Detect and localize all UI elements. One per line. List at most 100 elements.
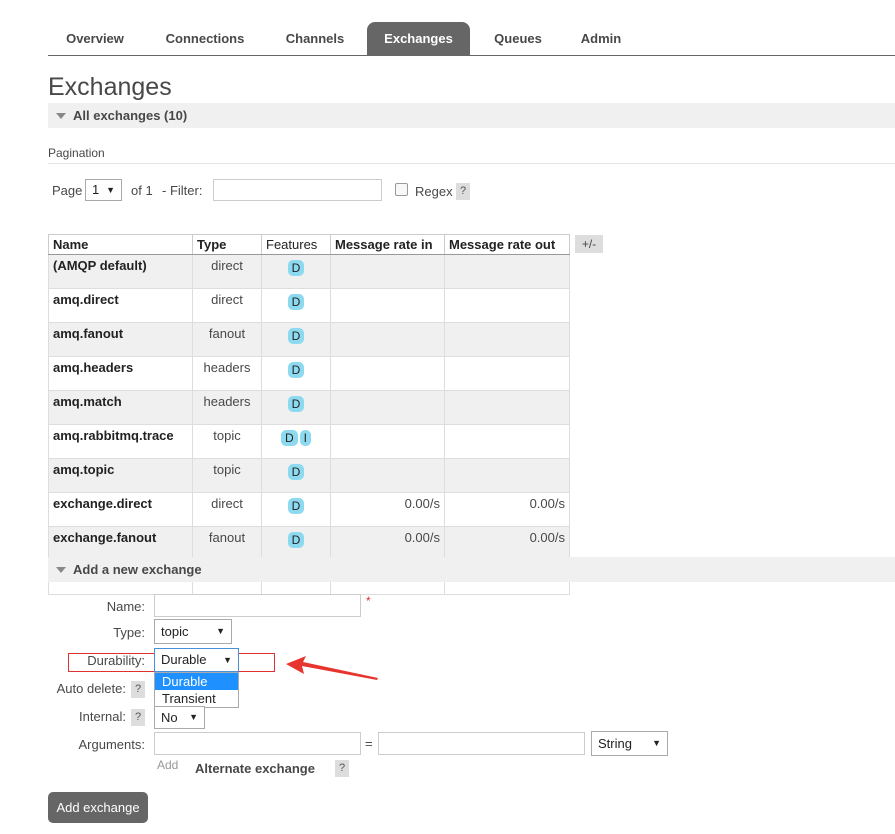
- exchange-type: direct: [192, 492, 262, 527]
- feature-badge: D: [287, 328, 305, 344]
- chevron-down-icon: ▼: [189, 712, 198, 722]
- rate-in-cell: [330, 254, 445, 289]
- collapse-triangle-icon: [56, 566, 66, 573]
- rate-out-cell: [444, 254, 570, 289]
- tab-overview[interactable]: Overview: [48, 22, 142, 55]
- table-row: (AMQP default) direct D: [48, 254, 570, 289]
- alternate-exchange-help-icon[interactable]: ?: [335, 760, 349, 777]
- regex-help-icon[interactable]: ?: [456, 183, 470, 200]
- tab-admin[interactable]: Admin: [568, 22, 634, 55]
- header-type[interactable]: Type: [192, 234, 262, 255]
- exchange-type: topic: [192, 458, 262, 493]
- rate-in-cell: 0.00/s: [330, 492, 445, 527]
- feature-badge: D: [287, 362, 305, 378]
- header-name[interactable]: Name: [48, 234, 193, 255]
- tab-exchanges[interactable]: Exchanges: [367, 22, 470, 55]
- regex-checkbox[interactable]: [395, 183, 408, 196]
- rate-in-cell: [330, 458, 445, 493]
- chevron-down-icon: ▼: [106, 185, 115, 195]
- table-row: exchange.fanout fanout D 0.00/s 0.00/s: [48, 526, 570, 561]
- page-of-label: of 1: [131, 183, 153, 198]
- header-rate-in: Message rate in: [330, 234, 445, 255]
- chevron-down-icon: ▼: [652, 738, 661, 748]
- exchange-features: DI: [261, 424, 331, 459]
- rate-in-cell: [330, 288, 445, 323]
- exchange-name-link[interactable]: (AMQP default): [48, 254, 193, 289]
- exchange-features: D: [261, 458, 331, 493]
- argument-value-input[interactable]: [378, 732, 585, 755]
- rate-in-cell: [330, 322, 445, 357]
- durability-option-durable[interactable]: Durable: [155, 673, 238, 690]
- header-rate-out: Message rate out: [444, 234, 570, 255]
- main-nav: Overview Connections Channels Exchanges …: [48, 22, 895, 56]
- exchange-name-link[interactable]: exchange.direct: [48, 492, 193, 527]
- table-header-row: Name Type Features Message rate in Messa…: [48, 234, 570, 255]
- durability-label: Durability:: [87, 653, 145, 668]
- feature-badge: I: [299, 430, 311, 446]
- name-input[interactable]: [154, 594, 361, 617]
- add-exchange-button[interactable]: Add exchange: [48, 792, 148, 823]
- exchange-features: D: [261, 322, 331, 357]
- page-select-value: 1: [92, 182, 100, 197]
- argument-type-value: String: [598, 736, 632, 751]
- exchange-type: headers: [192, 356, 262, 391]
- type-select[interactable]: topic ▼: [154, 619, 232, 644]
- rate-in-cell: 0.00/s: [330, 526, 445, 561]
- columns-toggle-button[interactable]: +/-: [575, 235, 603, 253]
- name-label: Name:: [106, 599, 145, 614]
- exchange-type: topic: [192, 424, 262, 459]
- argument-type-select[interactable]: String ▼: [591, 731, 668, 756]
- rate-out-cell: [444, 356, 570, 391]
- feature-badge: D: [287, 498, 305, 514]
- internal-help-icon[interactable]: ?: [131, 709, 145, 726]
- tab-connections[interactable]: Connections: [152, 22, 258, 55]
- rate-out-cell: [444, 288, 570, 323]
- exchange-name-link[interactable]: amq.direct: [48, 288, 193, 323]
- chevron-down-icon: ▼: [216, 626, 225, 636]
- exchanges-table: Name Type Features Message rate in Messa…: [48, 234, 570, 595]
- rate-out-cell: [444, 424, 570, 459]
- page-label: Page: [52, 183, 83, 198]
- add-exchange-title: Add a new exchange: [73, 562, 202, 577]
- feature-badge: D: [287, 396, 305, 412]
- feature-badge: D: [280, 430, 298, 446]
- exchange-name-link[interactable]: amq.topic: [48, 458, 193, 493]
- internal-select-value: No: [161, 710, 178, 725]
- table-row: amq.headers headers D: [48, 356, 570, 391]
- rate-in-cell: [330, 356, 445, 391]
- pagination-label: Pagination: [48, 146, 105, 160]
- auto-delete-help-icon[interactable]: ?: [131, 681, 145, 698]
- pagination-divider: [48, 163, 895, 164]
- argument-key-input[interactable]: [154, 732, 361, 755]
- tab-channels[interactable]: Channels: [272, 22, 358, 55]
- internal-select[interactable]: No ▼: [154, 706, 205, 729]
- page-select[interactable]: 1 ▼: [85, 179, 122, 201]
- table-row: amq.topic topic D: [48, 458, 570, 493]
- table-row: amq.match headers D: [48, 390, 570, 425]
- type-select-value: topic: [161, 624, 189, 639]
- exchange-name-link[interactable]: exchange.fanout: [48, 526, 193, 561]
- exchange-type: direct: [192, 288, 262, 323]
- table-row: amq.fanout fanout D: [48, 322, 570, 357]
- add-argument-link[interactable]: Add: [157, 758, 178, 772]
- durability-select[interactable]: Durable ▼: [154, 648, 239, 672]
- tab-queues[interactable]: Queues: [480, 22, 556, 55]
- exchange-type: direct: [192, 254, 262, 289]
- regex-label: Regex: [415, 184, 453, 199]
- exchange-name-link[interactable]: amq.rabbitmq.trace: [48, 424, 193, 459]
- exchange-name-link[interactable]: amq.match: [48, 390, 193, 425]
- table-row: amq.rabbitmq.trace topic D I: [48, 424, 570, 459]
- filter-input[interactable]: [213, 179, 382, 201]
- exchange-name-link[interactable]: amq.fanout: [48, 322, 193, 357]
- exchange-name-link[interactable]: amq.headers: [48, 356, 193, 391]
- durability-option-transient[interactable]: Transient: [155, 690, 238, 707]
- collapse-triangle-icon: [56, 112, 66, 119]
- rate-out-cell: [444, 322, 570, 357]
- feature-badge: D: [287, 294, 305, 310]
- add-exchange-header[interactable]: Add a new exchange: [48, 557, 895, 582]
- alternate-exchange-link[interactable]: Alternate exchange: [195, 761, 315, 776]
- chevron-down-icon: ▼: [223, 655, 232, 665]
- feature-badge: D: [287, 260, 305, 276]
- all-exchanges-header[interactable]: All exchanges (10): [48, 103, 895, 128]
- exchange-features: D: [261, 492, 331, 527]
